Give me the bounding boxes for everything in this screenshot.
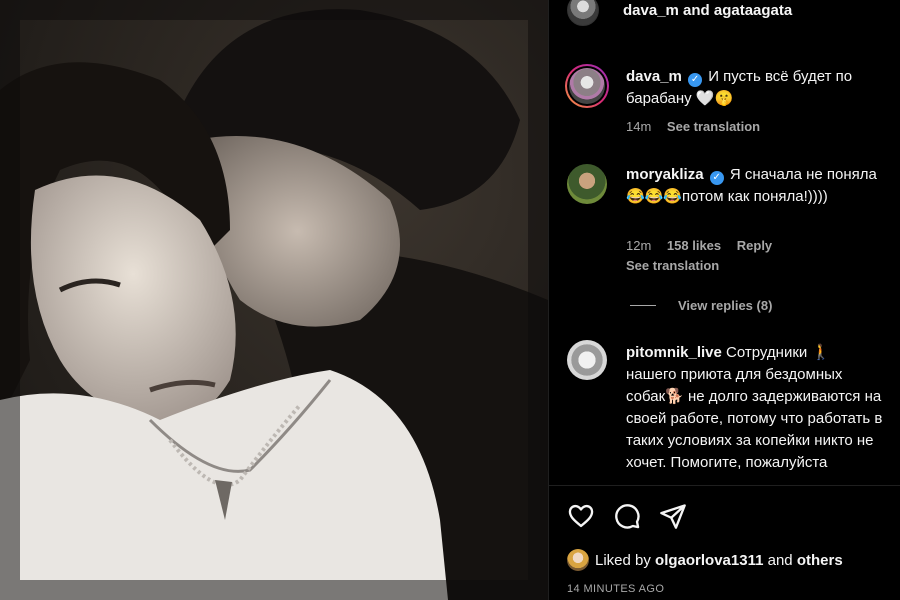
- likes-and: and: [767, 551, 793, 569]
- heart-icon[interactable]: [567, 502, 595, 530]
- actions-divider: [549, 485, 900, 486]
- verified-icon: ✓: [709, 171, 724, 185]
- comment-likes[interactable]: 158 likes: [667, 238, 721, 253]
- post-header: dava_m and agataagata: [549, 0, 900, 28]
- comment-time: 12m: [626, 238, 652, 253]
- comment-meta: 12m 158 likes Reply: [626, 238, 784, 253]
- commenter-avatar[interactable]: [567, 164, 607, 204]
- post-photo-graphic: [0, 0, 548, 600]
- view-replies-button[interactable]: View replies (8): [630, 298, 772, 313]
- comment-time: 14m: [626, 119, 652, 134]
- liker-avatar[interactable]: [567, 549, 589, 571]
- comment-username[interactable]: pitomnik_live: [626, 344, 722, 361]
- commenter-avatar[interactable]: [567, 340, 607, 380]
- post-actions: [567, 502, 687, 530]
- comment-text-block: pitomnik_live Сотрудники 🚶 нашего приюта…: [626, 342, 884, 474]
- comments-list[interactable]: dava_m ✓ И пусть всё будет по барабану 🤍…: [549, 58, 900, 484]
- post-side-panel: dava_m and agataagata dava_m ✓ И пусть в…: [549, 0, 900, 600]
- comment-icon[interactable]: [613, 502, 641, 530]
- view-replies-label: View replies (8): [678, 298, 773, 313]
- comment-meta: 14m See translation: [626, 119, 772, 134]
- comment-body: Сотрудники 🚶 нашего приюта для бездомных…: [626, 344, 883, 471]
- verified-icon: ✓: [688, 73, 703, 87]
- likes-others-link[interactable]: others: [797, 552, 843, 569]
- liker-username[interactable]: olgaorlova1311: [655, 552, 763, 569]
- author-avatar[interactable]: [567, 0, 599, 26]
- post-authors[interactable]: dava_m and agataagata: [623, 2, 792, 19]
- comment-username[interactable]: dava_m: [626, 68, 682, 85]
- see-translation-link[interactable]: See translation: [667, 119, 760, 134]
- comment-username[interactable]: moryakliza: [626, 166, 704, 183]
- reply-button[interactable]: Reply: [737, 238, 772, 253]
- likes-prefix: Liked by: [595, 551, 651, 569]
- post-timestamp[interactable]: 14 MINUTES AGO: [567, 583, 664, 595]
- see-translation-link[interactable]: See translation: [626, 258, 719, 273]
- commenter-avatar[interactable]: [565, 64, 609, 108]
- likes-summary: Liked by olgaorlova1311 and others: [567, 549, 843, 571]
- comment-text-block: dava_m ✓ И пусть всё будет по барабану 🤍…: [626, 66, 884, 110]
- post-photo[interactable]: [0, 0, 548, 600]
- comment-text-block: moryakliza ✓ Я сначала не поняла 😂😂😂пото…: [626, 164, 884, 208]
- share-icon[interactable]: [659, 502, 687, 530]
- replies-line: [630, 305, 656, 306]
